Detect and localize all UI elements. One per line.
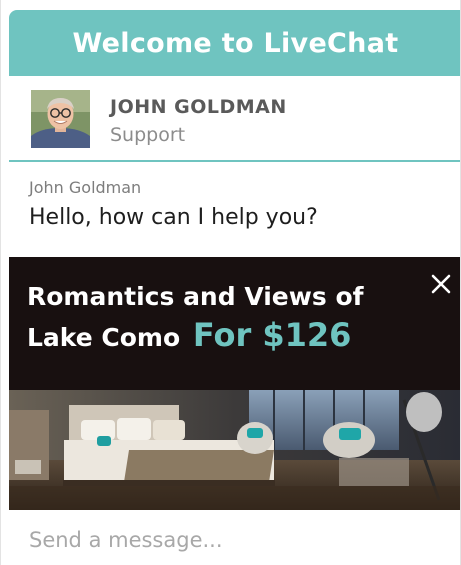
message-text: Hello, how can I help you?	[29, 205, 318, 230]
livechat-widget: Welcome to LiveChat JOHN GOLDMAN Support…	[0, 0, 461, 565]
chat-header: Welcome to LiveChat	[9, 10, 460, 76]
avatar-image	[31, 90, 90, 148]
message-sender: John Goldman	[29, 178, 142, 197]
agent-role: Support	[110, 124, 186, 146]
message-input[interactable]	[29, 522, 449, 558]
header-title: Welcome to LiveChat	[72, 27, 399, 59]
message-input-area	[9, 512, 460, 565]
close-icon[interactable]	[428, 271, 454, 297]
ad-banner[interactable]: Romantics and Views of Lake Como For $12…	[9, 257, 460, 510]
ad-price: For $126	[192, 316, 352, 354]
agent-info: JOHN GOLDMAN Support	[9, 76, 460, 162]
ad-title: Romantics and Views of Lake Como For $12…	[27, 277, 407, 357]
agent-name: JOHN GOLDMAN	[110, 96, 287, 118]
agent-avatar	[31, 90, 90, 148]
ad-hotel-image	[9, 390, 460, 510]
